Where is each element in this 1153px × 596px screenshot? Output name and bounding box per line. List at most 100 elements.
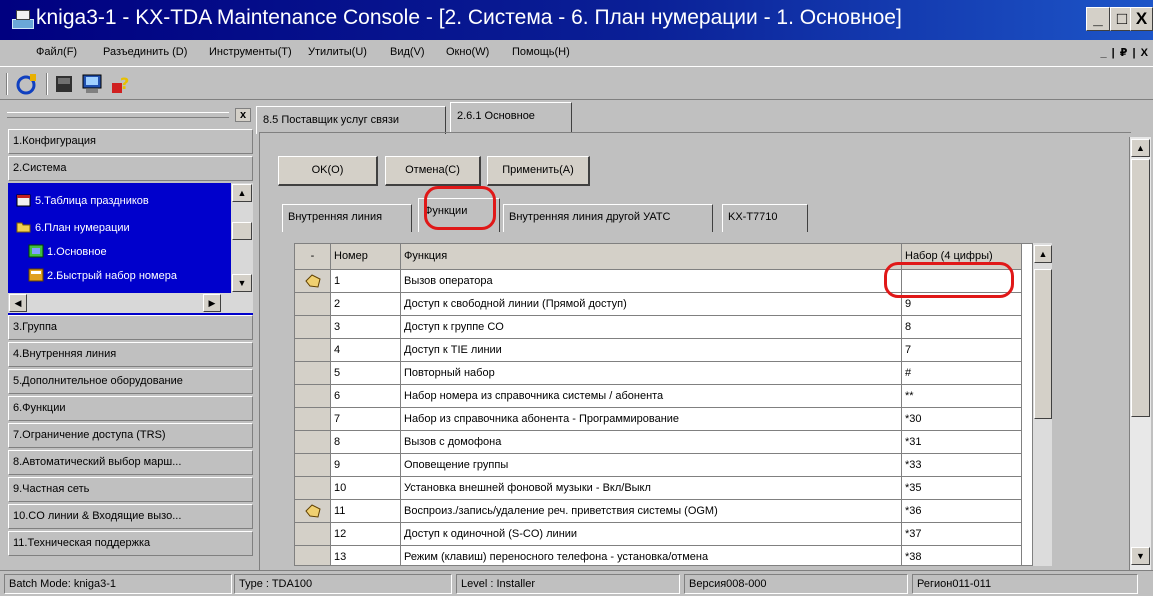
scroll-down-arrow[interactable]: ▼	[232, 274, 252, 292]
row-selector[interactable]	[295, 477, 331, 500]
minimize-button[interactable]: _	[1086, 7, 1110, 31]
panel-close-button[interactable]: x	[235, 108, 251, 122]
nav-item-system[interactable]: 2.Система	[8, 156, 253, 181]
row-number: 1	[331, 270, 401, 293]
nav-item-ars[interactable]: 8.Автоматический выбор марш...	[8, 450, 253, 475]
menu-window[interactable]: Окно(W)	[446, 46, 489, 58]
tree-item-main[interactable]: 1.Основное	[28, 244, 107, 258]
row-selector[interactable]	[295, 454, 331, 477]
row-dial-value[interactable]: *31	[902, 431, 1022, 454]
row-dial-value[interactable]: *37	[902, 523, 1022, 546]
nav-item-co-lines[interactable]: 10.CO линии & Входящие вызо...	[8, 504, 253, 529]
pointer-hand-icon	[304, 504, 322, 522]
menu-help[interactable]: Помощь(H)	[512, 46, 570, 58]
row-dial-value[interactable]: *35	[902, 477, 1022, 500]
column-header-select[interactable]: -	[295, 244, 331, 270]
scroll-right-arrow[interactable]: ▶	[203, 294, 221, 312]
doc-tab-main[interactable]: 2.6.1 Основное	[450, 102, 572, 132]
tree-horizontal-scrollbar[interactable]: ◀ ▶	[8, 293, 253, 313]
monitor-icon[interactable]	[80, 71, 106, 97]
row-selector[interactable]	[295, 546, 331, 565]
row-selector[interactable]	[295, 339, 331, 362]
row-function: Доступ к одиночной (S-CO) линии	[401, 523, 902, 546]
status-region: Регион011-011	[912, 574, 1138, 594]
scroll-up-arrow[interactable]: ▲	[1034, 245, 1052, 263]
row-function: Повторный набор	[401, 362, 902, 385]
tree-item-label: 6.План нумерации	[35, 222, 130, 234]
scroll-down-arrow[interactable]: ▼	[1131, 547, 1150, 565]
status-level: Level : Installer	[456, 574, 680, 594]
row-dial-value[interactable]: *38	[902, 546, 1022, 565]
nav-item-trs[interactable]: 7.Ограничение доступа (TRS)	[8, 423, 253, 448]
disconnect-icon[interactable]	[52, 71, 78, 97]
row-selector[interactable]	[295, 293, 331, 316]
row-dial-value[interactable]: #	[902, 362, 1022, 385]
nav-item-private-network[interactable]: 9.Частная сеть	[8, 477, 253, 502]
row-dial-value[interactable]: 7	[902, 339, 1022, 362]
tab-other-pbx-extension[interactable]: Внутренняя линия другой УАТС	[503, 204, 713, 232]
main-vertical-scrollbar[interactable]: ▲ ▼	[1129, 137, 1151, 570]
row-dial-value[interactable]: **	[902, 385, 1022, 408]
calendar-icon	[16, 193, 32, 207]
row-selector[interactable]	[295, 385, 331, 408]
menu-tools[interactable]: Инструменты(T)	[209, 46, 292, 58]
row-selector[interactable]	[295, 408, 331, 431]
doc-tab-provider[interactable]: 8.5 Поставщик услуг связи	[256, 106, 446, 134]
ok-button[interactable]: OK(O)	[278, 156, 378, 186]
row-dial-value[interactable]	[902, 270, 1022, 293]
row-selector[interactable]	[295, 270, 331, 293]
row-selector[interactable]	[295, 500, 331, 523]
cancel-button[interactable]: Отмена(C)	[385, 156, 481, 186]
scroll-thumb[interactable]	[1034, 269, 1052, 419]
nav-item-maintenance[interactable]: 11.Техническая поддержка	[8, 531, 253, 556]
tree-item-holidays[interactable]: 5.Таблица праздников	[16, 193, 149, 207]
menu-bar: Файл(F) Разъединить (D) Инструменты(T) У…	[0, 40, 1153, 66]
scroll-up-arrow[interactable]: ▲	[232, 184, 252, 202]
panel-grip[interactable]	[7, 112, 229, 118]
row-selector[interactable]	[295, 431, 331, 454]
apply-button[interactable]: Применить(A)	[487, 156, 590, 186]
tab-features[interactable]: Функции	[418, 198, 500, 232]
menu-utilities[interactable]: Утилиты(U)	[308, 46, 367, 58]
navigation-panel: x 1.Конфигурация 2.Система 5.Таблица пра…	[3, 104, 253, 570]
help-icon[interactable]: ?	[110, 71, 136, 97]
mdi-window-controls[interactable]: _ | ₽ | X	[1101, 46, 1150, 59]
row-number: 10	[331, 477, 401, 500]
tab-kx-t7710[interactable]: KX-T7710	[722, 204, 808, 232]
nav-item-features[interactable]: 6.Функции	[8, 396, 253, 421]
menu-file[interactable]: Файл(F)	[36, 46, 77, 58]
row-dial-value[interactable]: *33	[902, 454, 1022, 477]
scroll-left-arrow[interactable]: ◀	[9, 294, 27, 312]
column-header-dial[interactable]: Набор (4 цифры)	[902, 244, 1022, 270]
nav-item-group[interactable]: 3.Группа	[8, 315, 253, 340]
row-number: 3	[331, 316, 401, 339]
column-header-number[interactable]: Номер	[331, 244, 401, 270]
row-number: 13	[331, 546, 401, 565]
tab-extension[interactable]: Внутренняя линия	[282, 204, 412, 232]
connect-icon[interactable]	[14, 71, 40, 97]
tree-vertical-scrollbar[interactable]: ▲ ▼	[231, 183, 253, 293]
table-vertical-scrollbar[interactable]: ▲	[1032, 243, 1052, 566]
toolbar-separator	[46, 73, 48, 95]
nav-item-optional-device[interactable]: 5.Дополнительное оборудование	[8, 369, 253, 394]
close-button[interactable]: X	[1130, 7, 1153, 31]
row-dial-value[interactable]: 8	[902, 316, 1022, 339]
menu-view[interactable]: Вид(V)	[390, 46, 425, 58]
row-dial-value[interactable]: *30	[902, 408, 1022, 431]
row-selector[interactable]	[295, 523, 331, 546]
tree-item-numbering-plan[interactable]: 6.План нумерации	[16, 220, 130, 234]
nav-item-extension[interactable]: 4.Внутренняя линия	[8, 342, 253, 367]
scroll-up-arrow[interactable]: ▲	[1131, 139, 1150, 157]
nav-item-configuration[interactable]: 1.Конфигурация	[8, 129, 253, 154]
tree-item-speed-dial[interactable]: 2.Быстрый набор номера	[28, 268, 177, 282]
scroll-thumb[interactable]	[1131, 159, 1150, 417]
menu-disconnect[interactable]: Разъединить (D)	[103, 46, 187, 58]
row-dial-value[interactable]: 9	[902, 293, 1022, 316]
scroll-thumb[interactable]	[232, 222, 252, 240]
row-selector[interactable]	[295, 362, 331, 385]
row-selector[interactable]	[295, 316, 331, 339]
title-bar[interactable]: kniga3-1 - KX-TDA Maintenance Console - …	[0, 0, 1153, 40]
row-number: 9	[331, 454, 401, 477]
column-header-function[interactable]: Функция	[401, 244, 902, 270]
row-dial-value[interactable]: *36	[902, 500, 1022, 523]
